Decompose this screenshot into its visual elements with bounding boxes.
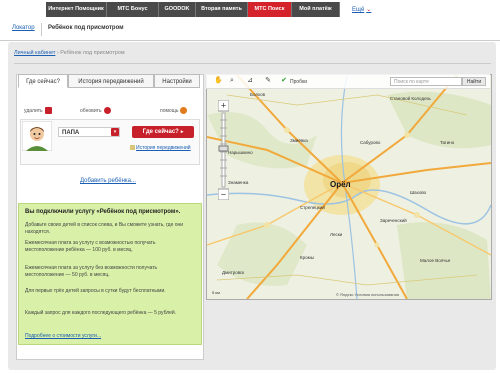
- map-place-label: Болхов: [250, 92, 266, 97]
- add-child-link[interactable]: Добавить ребёнка...: [80, 178, 136, 184]
- help-label: помощь: [160, 107, 179, 114]
- tab-where-now[interactable]: Где сейчас?: [18, 74, 68, 88]
- map-copyright[interactable]: © Яндекс Условия использования: [336, 292, 399, 297]
- info-paragraph: Добавьте своих детей в список слева, и В…: [25, 222, 184, 235]
- map-place-label: Зареченский: [380, 218, 407, 223]
- nav-tab-mts-search[interactable]: МТС Поиск: [248, 2, 292, 17]
- pencil-icon[interactable]: ✎: [264, 77, 272, 85]
- map-place-label: Малое Волчье: [420, 258, 451, 263]
- map-search-button[interactable]: Найти: [462, 77, 486, 86]
- more-menu[interactable]: Ещё ⌄: [352, 6, 371, 13]
- tariff-link[interactable]: Подробнее о стоимости услуги...: [25, 333, 101, 339]
- sub-navigation: Локатор Ребёнок под присмотром: [0, 19, 500, 41]
- map-search-input[interactable]: Поиск по карте: [390, 77, 462, 86]
- traffic-layer-label[interactable]: Пробки: [290, 79, 307, 85]
- hand-icon[interactable]: ✋: [214, 77, 223, 85]
- chevron-down-icon[interactable]: ▾: [111, 128, 119, 136]
- history-icon: [130, 145, 135, 151]
- refresh-icon: [103, 107, 111, 114]
- refresh-button[interactable]: обновить: [80, 107, 111, 114]
- map-place-label: Дмитровск: [222, 270, 245, 275]
- ruler-icon[interactable]: ⊿: [246, 77, 254, 85]
- breadcrumb: Личный кабинет › Ребёнок под присмотром: [14, 50, 125, 56]
- info-paragraph: Каждый запрос для каждого последующего р…: [25, 310, 177, 316]
- where-now-button[interactable]: Где сейчас? ▸: [132, 126, 194, 138]
- where-now-label: Где сейчас?: [142, 129, 179, 135]
- map-place-label: Стрелецкий: [300, 205, 325, 210]
- map-place-label: Лески: [330, 232, 343, 237]
- map-place-label: Тагино: [440, 140, 455, 145]
- breadcrumb-separator: ›: [56, 50, 59, 56]
- subnav-child-watch[interactable]: Ребёнок под присмотром: [48, 25, 124, 31]
- svg-text:+: +: [221, 101, 226, 111]
- nav-tab-internet-assistant[interactable]: Интернет Помощник: [46, 2, 107, 17]
- delete-button[interactable]: удалить: [24, 107, 52, 114]
- delete-icon: [44, 107, 52, 114]
- more-label: Ещё: [352, 7, 365, 13]
- info-paragraph: Ежемесячная плата за услугу с возможност…: [25, 240, 156, 253]
- map-place-label: Становой Колодезь: [390, 96, 431, 101]
- nav-tab-goodok[interactable]: GOODOK: [159, 2, 196, 17]
- info-paragraph: Для первых трёх детей запросы в сутки бу…: [25, 288, 166, 294]
- delete-label: удалить: [24, 107, 43, 114]
- arrow-right-icon: ▸: [180, 129, 184, 135]
- tab-settings[interactable]: Настройки: [154, 74, 200, 88]
- help-icon: [180, 107, 188, 114]
- map-place-label: Знаменка: [228, 180, 249, 185]
- help-button[interactable]: помощь: [160, 107, 188, 114]
- svg-text:−: −: [221, 190, 226, 200]
- history-link-label: История передвижений: [136, 145, 191, 151]
- nav-tab-my-payment[interactable]: Мой платёж: [292, 2, 340, 17]
- zoom-area-icon[interactable]: ⌕: [228, 77, 236, 85]
- subnav-locator[interactable]: Локатор: [12, 25, 35, 31]
- subnav-divider: [41, 23, 42, 36]
- divider: [14, 63, 491, 64]
- nav-tab-mts-bonus[interactable]: МТС Бонус: [107, 2, 159, 17]
- chevron-down-icon: ⌄: [366, 7, 372, 13]
- map-place-label: Кромы: [300, 255, 314, 260]
- avatar: [22, 121, 52, 151]
- top-navigation: Интернет Помощник МТС Бонус GOODOK Втора…: [0, 0, 500, 19]
- map-place-label: Шахово: [410, 190, 427, 195]
- map-place-label: Змиёвка: [290, 138, 308, 143]
- breadcrumb-current: Ребёнок под присмотром: [60, 50, 125, 56]
- map-place-label: Нарышкино: [228, 150, 253, 155]
- history-link[interactable]: История передвижений: [130, 145, 191, 151]
- info-title: Вы подключили услугу «Ребёнок под присмо…: [25, 209, 181, 215]
- map-scale: 5 км: [212, 290, 220, 295]
- breadcrumb-root-link[interactable]: Личный кабинет: [14, 50, 55, 56]
- map-place-label: Сабурово: [360, 140, 381, 145]
- map-city-label: Орёл: [330, 180, 351, 189]
- info-paragraph: Ежемесячная плата за услугу без возможно…: [25, 265, 158, 278]
- nav-tab-second-memory[interactable]: Вторая память: [196, 2, 248, 17]
- refresh-label: обновить: [80, 107, 102, 114]
- tab-history[interactable]: История передвижений: [68, 74, 154, 88]
- checkbox-icon[interactable]: ✔: [280, 77, 288, 85]
